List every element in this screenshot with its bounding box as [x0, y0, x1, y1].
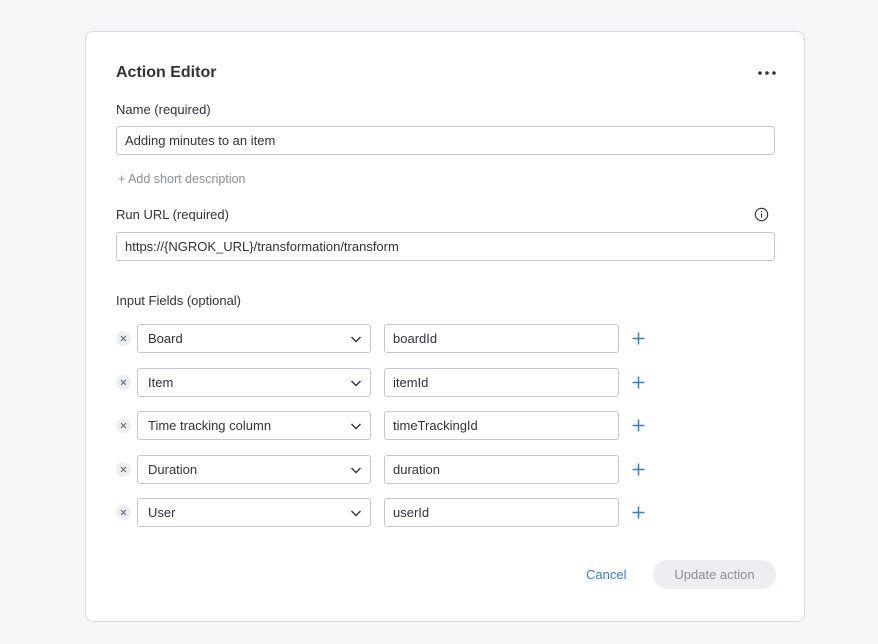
- remove-field-button[interactable]: [116, 375, 131, 390]
- run-url-input[interactable]: https://{NGROK_URL}/transformation/trans…: [116, 232, 775, 261]
- input-field-row: Item itemId: [116, 368, 676, 397]
- name-label: Name (required): [116, 102, 211, 117]
- field-type-select[interactable]: Duration: [137, 455, 371, 484]
- input-fields-label: Input Fields (optional): [116, 293, 242, 308]
- field-type-value: Time tracking column: [148, 418, 272, 433]
- close-icon: [120, 335, 127, 342]
- field-type-select[interactable]: Board: [137, 324, 371, 353]
- field-type-select[interactable]: Item: [137, 368, 371, 397]
- field-type-value: User: [148, 505, 176, 520]
- plus-icon[interactable]: [631, 505, 646, 520]
- field-type-select[interactable]: Time tracking column: [137, 411, 371, 440]
- plus-icon[interactable]: [631, 375, 646, 390]
- info-icon[interactable]: [754, 207, 769, 222]
- chevron-down-icon: [351, 510, 361, 517]
- more-options-button[interactable]: [754, 62, 780, 84]
- close-icon: [120, 466, 127, 473]
- remove-field-button[interactable]: [116, 462, 131, 477]
- action-editor-card: Action Editor Name (required) Adding min…: [85, 31, 805, 622]
- plus-icon[interactable]: [631, 418, 646, 433]
- close-icon: [120, 379, 127, 386]
- chevron-down-icon: [351, 336, 361, 343]
- field-type-value: Item: [148, 375, 174, 390]
- update-action-button[interactable]: Update action: [653, 560, 776, 589]
- close-icon: [120, 422, 127, 429]
- more-horizontal-icon: [758, 71, 776, 75]
- remove-field-button[interactable]: [116, 505, 131, 520]
- field-key-input[interactable]: duration: [384, 455, 619, 484]
- chevron-down-icon: [351, 467, 361, 474]
- cancel-button[interactable]: Cancel: [586, 567, 626, 582]
- page-title: Action Editor: [116, 64, 217, 81]
- field-key-input[interactable]: timeTrackingId: [384, 411, 619, 440]
- run-url-label: Run URL (required): [116, 207, 229, 222]
- plus-icon[interactable]: [631, 462, 646, 477]
- field-key-input[interactable]: itemId: [384, 368, 619, 397]
- field-type-value: Duration: [148, 462, 198, 477]
- chevron-down-icon: [351, 380, 361, 387]
- field-type-select[interactable]: User: [137, 498, 371, 527]
- add-description-link[interactable]: + Add short description: [118, 172, 246, 186]
- input-field-row: Board boardId: [116, 324, 676, 353]
- remove-field-button[interactable]: [116, 331, 131, 346]
- field-key-input[interactable]: userId: [384, 498, 619, 527]
- close-icon: [120, 509, 127, 516]
- input-field-row: User userId: [116, 498, 676, 527]
- name-input[interactable]: Adding minutes to an item: [116, 126, 775, 155]
- input-field-row: Duration duration: [116, 455, 676, 484]
- remove-field-button[interactable]: [116, 418, 131, 433]
- chevron-down-icon: [351, 423, 361, 430]
- plus-icon[interactable]: [631, 331, 646, 346]
- field-type-value: Board: [148, 331, 183, 346]
- input-field-row: Time tracking column timeTrackingId: [116, 411, 676, 440]
- field-key-input[interactable]: boardId: [384, 324, 619, 353]
